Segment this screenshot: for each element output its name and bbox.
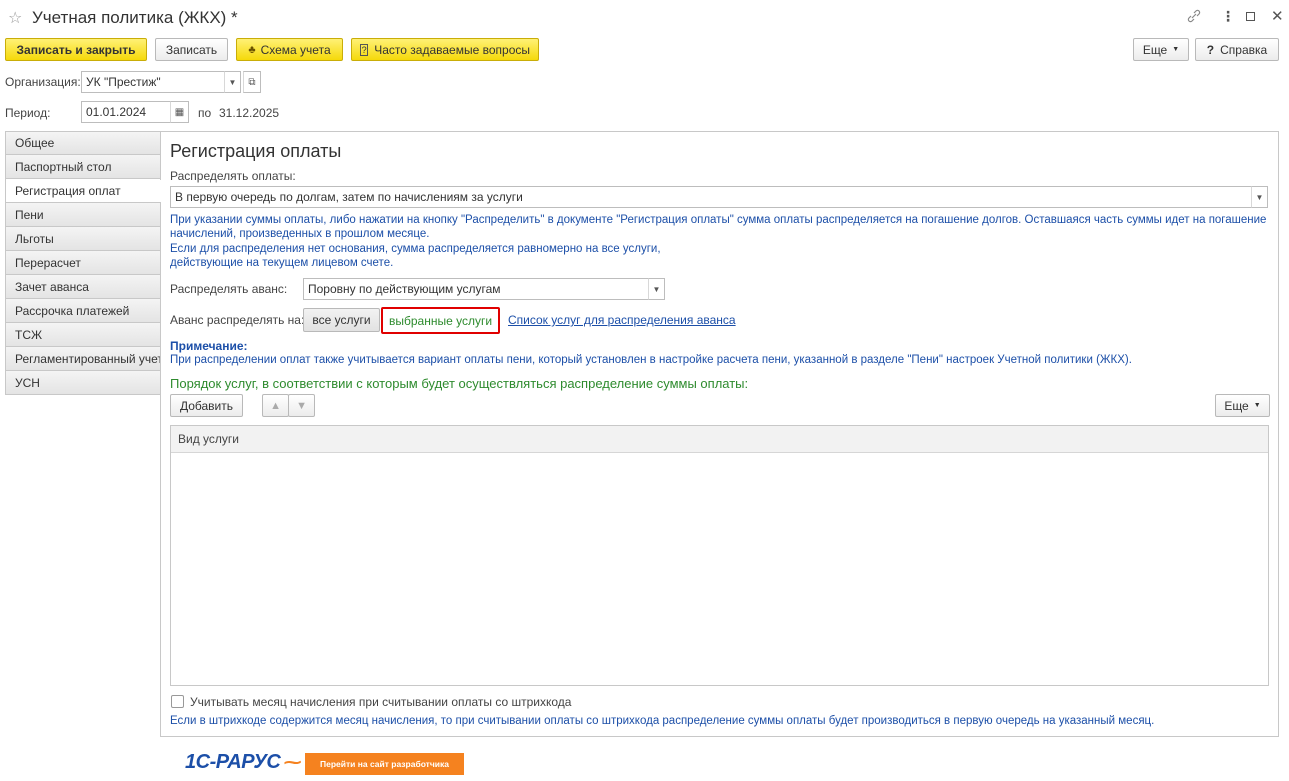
organization-dropdown-icon[interactable]: ▼ [224, 71, 241, 93]
move-down-button[interactable]: ▼ [288, 394, 315, 417]
section-tabs: Общее Паспортный стол Регистрация оплат … [5, 131, 163, 395]
tab-payment-registration[interactable]: Регистрация оплат [5, 179, 161, 203]
service-list-link[interactable]: Список услуг для распределения аванса [508, 313, 736, 327]
tab-recalculation[interactable]: Перерасчет [5, 251, 161, 275]
all-services-toggle[interactable]: все услуги [303, 308, 380, 332]
rarus-logo: 1С-РАРУС ⁓ [185, 751, 302, 774]
developer-site-button[interactable]: Перейти на сайт разработчика [305, 753, 464, 775]
note-title: Примечание: [170, 339, 248, 353]
section-heading: Регистрация оплаты [170, 141, 342, 161]
close-icon[interactable]: ✕ [1271, 7, 1284, 25]
tab-general[interactable]: Общее [5, 131, 161, 155]
distribute-select[interactable]: В первую очередь по долгам, затем по нач… [170, 186, 1252, 208]
scheme-icon: ♣ [248, 43, 256, 56]
tab-passport[interactable]: Паспортный стол [5, 155, 161, 179]
calendar-icon[interactable]: ▦ [170, 101, 189, 123]
order-title: Порядок услуг, в соответствии с которым … [170, 376, 749, 391]
dropdown-arrow-icon: ▼ [1253, 402, 1261, 409]
window-title: Учетная политика (ЖКХ) * [32, 8, 238, 27]
distribute-dropdown-icon[interactable]: ▼ [1251, 186, 1268, 208]
info-line-1: При указании суммы оплаты, либо нажатии … [170, 214, 1267, 226]
tab-advance-offset[interactable]: Зачет аванса [5, 275, 161, 299]
move-up-button[interactable]: ▲ [262, 394, 289, 417]
more-vertical-icon[interactable]: ⋮ [1221, 8, 1235, 25]
period-to-value: 31.12.2025 [219, 106, 280, 120]
faq-label: Часто задаваемые вопросы [374, 42, 530, 57]
help-button[interactable]: ? Справка [1195, 38, 1279, 61]
favorite-star-icon[interactable]: ☆ [8, 8, 22, 28]
link-icon[interactable] [1187, 9, 1201, 23]
info-line-4: действующие на текущем лицевом счете. [170, 257, 394, 269]
tab-usn[interactable]: УСН [5, 371, 161, 395]
more-label: Еще [1142, 42, 1168, 57]
tab-hoa[interactable]: ТСЖ [5, 323, 161, 347]
tab-installments[interactable]: Рассрочка платежей [5, 299, 161, 323]
period-label: Период: [5, 106, 51, 120]
tab-regulated-accounting[interactable]: Регламентированный учет [5, 347, 163, 371]
organization-field[interactable]: УК "Престиж" [81, 71, 225, 93]
table-more-button[interactable]: Еще ▼ [1215, 394, 1270, 417]
advance-dropdown-icon[interactable]: ▼ [648, 278, 665, 300]
faq-button[interactable]: ? Часто задаваемые вопросы [351, 38, 539, 61]
table-more-label: Еще [1224, 398, 1249, 413]
rarus-logo-text: 1С-РАРУС [185, 751, 281, 773]
dropdown-arrow-icon: ▼ [1172, 46, 1180, 53]
barcode-checkbox-label[interactable]: Учитывать месяц начисления при считывани… [190, 695, 571, 709]
info-line-2: начислений, произведенных в прошлом меся… [170, 228, 430, 240]
period-to-label: по [198, 106, 212, 120]
advance-label: Распределять аванс: [170, 282, 288, 296]
tab-benefits[interactable]: Льготы [5, 227, 161, 251]
table-header-service[interactable]: Вид услуги [178, 432, 239, 446]
info-line-3: Если для распределения нет основания, су… [170, 243, 661, 255]
selected-services-toggle[interactable]: выбранные услуги [381, 307, 500, 334]
scheme-button[interactable]: ♣ Схема учета [236, 38, 343, 61]
save-button[interactable]: Записать [155, 38, 228, 61]
organization-label: Организация: [5, 75, 81, 89]
period-from-field[interactable]: 01.01.2024 [81, 101, 171, 123]
question-icon: ? [360, 43, 369, 56]
barcode-checkbox[interactable] [171, 695, 184, 708]
help-icon: ? [1206, 42, 1215, 57]
advance-on-label: Аванс распределять на: [170, 313, 305, 327]
tab-active-join [160, 180, 162, 202]
distribute-label: Распределять оплаты: [170, 169, 296, 183]
open-organization-icon[interactable]: ⧉ [243, 71, 261, 93]
advance-select[interactable]: Поровну по действующим услугам [303, 278, 649, 300]
help-label: Справка [1220, 42, 1268, 57]
arrow-up-icon: ▲ [270, 399, 281, 412]
save-close-button[interactable]: Записать и закрыть [5, 38, 147, 61]
barcode-note: Если в штрихкоде содержится месяц начисл… [170, 715, 1155, 727]
tab-penalties[interactable]: Пени [5, 203, 161, 227]
scheme-label: Схема учета [260, 42, 331, 57]
services-table[interactable]: Вид услуги [170, 425, 1269, 686]
more-button[interactable]: Еще ▼ [1133, 38, 1189, 61]
arrow-down-icon: ▼ [296, 399, 307, 412]
note-text: При распределении оплат также учитываетс… [170, 354, 1132, 366]
add-button[interactable]: Добавить [170, 394, 243, 417]
maximize-icon[interactable] [1246, 12, 1255, 21]
rarus-logo-swoosh: ⁓ [283, 752, 302, 772]
table-header: Вид услуги [171, 426, 1268, 453]
